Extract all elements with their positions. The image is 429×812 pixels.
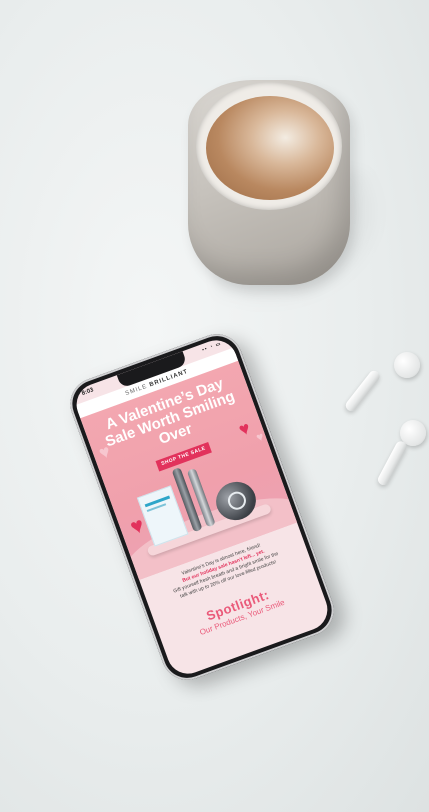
smartphone: 8:03 ▪▪ ◔ ▭ SMILE BRILLIANT A Valentine’… xyxy=(63,326,341,688)
scene: 8:03 ▪▪ ◔ ▭ SMILE BRILLIANT A Valentine’… xyxy=(0,0,429,812)
phone-screen: 8:03 ▪▪ ◔ ▭ SMILE BRILLIANT A Valentine’… xyxy=(70,334,334,680)
coffee-surface xyxy=(206,96,334,200)
heart-icon: ♥ xyxy=(236,417,253,440)
heart-icon: ♥ xyxy=(254,429,266,445)
phone-body: 8:03 ▪▪ ◔ ▭ SMILE BRILLIANT A Valentine’… xyxy=(63,326,341,688)
